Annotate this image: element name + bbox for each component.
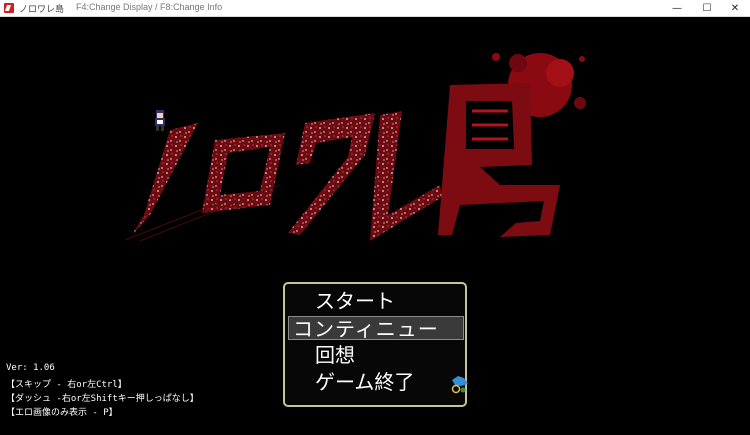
app-icon (4, 3, 14, 13)
close-button[interactable]: ✕ (720, 0, 750, 16)
menu-game-end[interactable]: ゲーム終了 (315, 370, 414, 394)
menu-start[interactable]: スタート (315, 289, 395, 313)
help-image-text: 【エロ画像のみ表示 - P】 (6, 408, 118, 418)
window-titlebar[interactable]: ノロワレ島 F4:Change Display / F8:Change Info… (0, 0, 750, 17)
game-screen[interactable]: スタート コンティニュー 回想 ゲーム終了 Ver: 1.06 【スキップ - … (0, 17, 750, 435)
menu-cursor-icon (451, 376, 468, 394)
help-skip-text: 【スキップ - 右or左Ctrl】 (6, 380, 127, 390)
minimize-button[interactable]: — (662, 0, 692, 16)
maximize-button[interactable]: ☐ (692, 0, 722, 16)
player-sprite (155, 110, 165, 131)
menu-continue[interactable]: コンティニュー (288, 316, 464, 341)
window-hint-text: F4:Change Display / F8:Change Info (76, 2, 223, 12)
menu-recollection[interactable]: 回想 (315, 343, 355, 367)
title-menu: スタート コンティニュー 回想 ゲーム終了 (283, 282, 467, 407)
window-title: ノロワレ島 (19, 4, 65, 14)
version-text: Ver: 1.06 (6, 363, 55, 373)
help-dash-text: 【ダッシュ -右or左Shiftキー押しっぱなし】 (6, 394, 199, 404)
title-logo (124, 53, 586, 242)
